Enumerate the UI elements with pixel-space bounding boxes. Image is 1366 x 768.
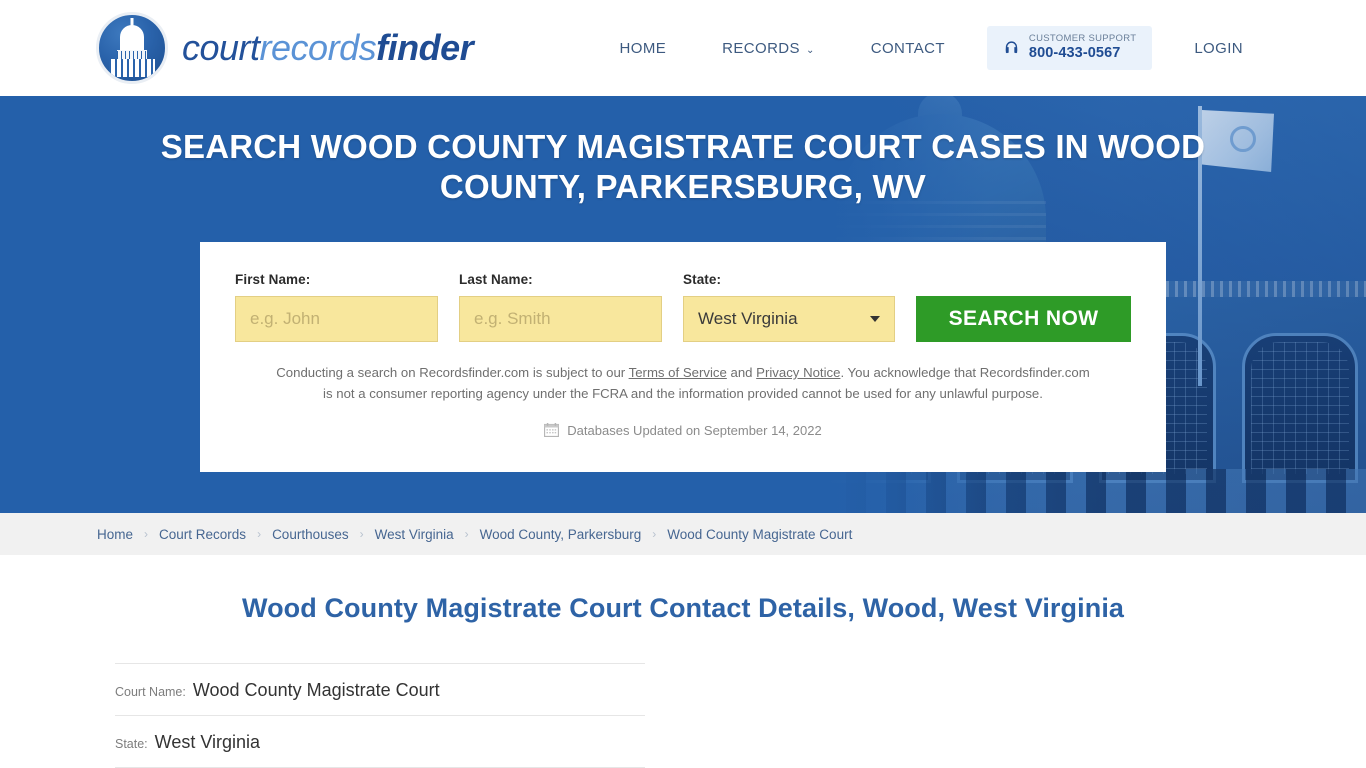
support-phone[interactable]: 800-433-0567 <box>1029 45 1136 62</box>
search-disclaimer: Conducting a search on Recordsfinder.com… <box>235 362 1131 405</box>
state-field-group: State: West Virginia <box>683 272 895 342</box>
customer-support-badge[interactable]: CUSTOMER SUPPORT 800-433-0567 <box>986 26 1153 70</box>
court-details-list: Court Name: Wood County Magistrate Court… <box>115 663 645 768</box>
state-select-value: West Virginia <box>698 309 798 328</box>
state-select[interactable]: West Virginia <box>683 296 895 342</box>
headset-icon <box>1005 40 1018 53</box>
detail-label: State: <box>115 737 148 751</box>
first-name-field-group: First Name: <box>235 272 438 342</box>
page-title: Wood County Magistrate Court Contact Det… <box>241 593 1125 623</box>
search-now-button[interactable]: SEARCH NOW <box>916 296 1131 342</box>
disclaimer-part1: Conducting a search on Recordsfinder.com… <box>276 365 629 380</box>
breadcrumb-item-current: Wood County Magistrate Court <box>667 526 853 542</box>
detail-value: Wood County Magistrate Court <box>192 680 440 700</box>
nav-records[interactable]: RECORDS ⌄ <box>694 40 843 57</box>
main-navigation: HOME RECORDS ⌄ CONTACT CUSTOMER SUPPORT 8… <box>592 26 1366 70</box>
first-name-label: First Name: <box>235 272 311 287</box>
hero-title: SEARCH WOOD COUNTY MAGISTRATE COURT CASE… <box>160 128 1206 206</box>
logo-wordmark: courtrecordsfinder <box>182 27 474 69</box>
databases-updated-text: Databases Updated on September 14, 2022 <box>567 422 822 438</box>
breadcrumb-separator-icon: › <box>359 527 364 541</box>
nav-contact[interactable]: CONTACT <box>843 40 973 57</box>
breadcrumb-item-court-records[interactable]: Court Records <box>159 527 246 542</box>
chevron-down-icon: ⌄ <box>805 44 815 56</box>
nav-login[interactable]: LOGIN <box>1166 40 1271 57</box>
logo-word-finder: finder <box>376 27 474 68</box>
chevron-down-icon <box>870 316 880 322</box>
state-label: State: <box>683 272 722 287</box>
disclaimer-mid: and <box>726 365 757 380</box>
breadcrumb-item-home[interactable]: Home <box>97 527 133 542</box>
privacy-notice-link[interactable]: Privacy Notice <box>756 365 840 380</box>
breadcrumb-separator-icon: › <box>144 527 149 541</box>
breadcrumb-separator-icon: › <box>652 527 657 541</box>
detail-row-court-name: Court Name: Wood County Magistrate Court <box>115 663 645 715</box>
breadcrumb-item-west-virginia[interactable]: West Virginia <box>375 527 454 542</box>
breadcrumb-separator-icon: › <box>464 527 469 541</box>
breadcrumb-item-wood-county-parkersburg[interactable]: Wood County, Parkersburg <box>480 527 642 542</box>
nav-records-label: RECORDS <box>722 39 800 57</box>
search-form-card: First Name: Last Name: State: West Virgi… <box>200 242 1166 472</box>
terms-of-service-link[interactable]: Terms of Service <box>629 365 727 380</box>
breadcrumb-item-courthouses[interactable]: Courthouses <box>272 527 349 542</box>
detail-value: West Virginia <box>154 732 261 752</box>
site-header: courtrecordsfinder HOME RECORDS ⌄ CONTACT… <box>0 0 1366 96</box>
first-name-input[interactable] <box>235 296 438 342</box>
breadcrumb-separator-icon: › <box>257 527 262 541</box>
search-fields: First Name: Last Name: State: West Virgi… <box>235 272 1131 342</box>
support-label: CUSTOMER SUPPORT <box>1028 33 1137 45</box>
last-name-input[interactable] <box>459 296 662 342</box>
databases-updated: Databases Updated on September 14, 2022 <box>235 423 1131 438</box>
site-logo[interactable]: courtrecordsfinder <box>96 12 474 84</box>
breadcrumb: Home › Court Records › Courthouses › Wes… <box>0 513 1366 555</box>
hero-section: SEARCH WOOD COUNTY MAGISTRATE COURT CASE… <box>0 96 1366 513</box>
last-name-field-group: Last Name: <box>459 272 662 342</box>
calendar-icon <box>544 423 560 438</box>
last-name-label: Last Name: <box>459 272 533 287</box>
logo-word-court: court <box>182 27 260 68</box>
capitol-dome-icon <box>96 12 168 84</box>
main-content: Wood County Magistrate Court Contact Det… <box>0 555 1366 768</box>
logo-word-records: records <box>259 27 377 68</box>
nav-home[interactable]: HOME <box>592 40 695 57</box>
detail-row-state: State: West Virginia <box>115 715 645 767</box>
detail-label: Court Name: <box>115 685 186 699</box>
